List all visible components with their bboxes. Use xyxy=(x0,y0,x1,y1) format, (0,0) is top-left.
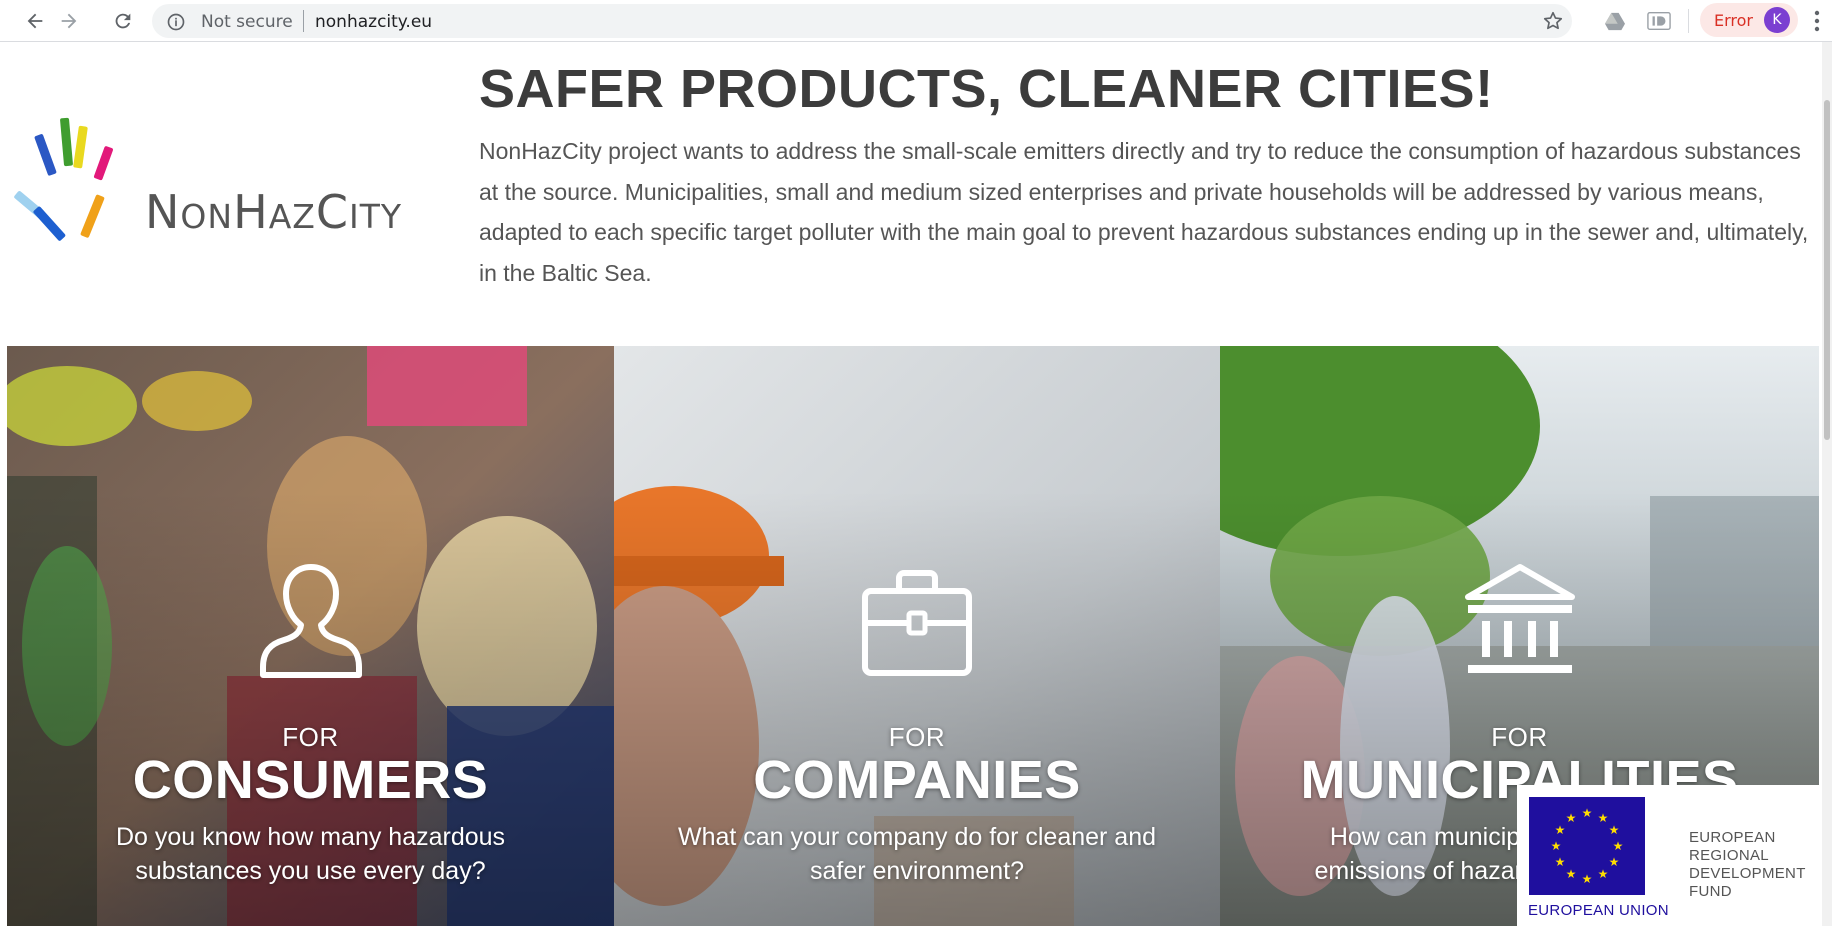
consumers-text: FOR CONSUMERS Do you know how many hazar… xyxy=(7,722,614,888)
forward-button[interactable] xyxy=(52,4,86,38)
svg-text:★: ★ xyxy=(1598,811,1609,825)
browser-menu-button[interactable] xyxy=(1806,8,1828,34)
svg-text:★: ★ xyxy=(1582,806,1593,820)
id-extension-icon[interactable] xyxy=(1646,8,1672,34)
url-text[interactable]: nonhazcity.eu xyxy=(315,12,432,32)
consumers-description: Do you know how many hazardous substance… xyxy=(115,823,506,885)
eu-funding-badge: ★ ★ ★ ★ ★ ★ ★ ★ ★ ★ ★ ★ EUROPEAN UNION E… xyxy=(1517,785,1832,926)
reload-button[interactable] xyxy=(106,4,140,38)
address-separator xyxy=(303,10,304,32)
eu-union-label: EUROPEAN UNION xyxy=(1528,902,1669,919)
companies-panel[interactable]: FOR COMPANIES What can your company do f… xyxy=(614,346,1220,926)
more-icon xyxy=(1814,10,1820,32)
municipalities-for-label: FOR xyxy=(1491,722,1548,752)
profile-error-button[interactable]: Error K xyxy=(1700,3,1798,37)
svg-text:★: ★ xyxy=(1582,872,1593,886)
companies-text: FOR COMPANIES What can your company do f… xyxy=(614,722,1220,888)
intro-paragraph: NonHazCity project wants to address the … xyxy=(479,138,1809,286)
back-icon xyxy=(27,13,43,29)
reload-icon xyxy=(115,13,131,29)
hand-logo-icon xyxy=(14,117,113,241)
profile-status-label: Error xyxy=(1714,11,1753,30)
forward-icon xyxy=(61,13,77,29)
svg-text:★: ★ xyxy=(1551,839,1562,853)
person-icon xyxy=(259,564,362,678)
svg-text:★: ★ xyxy=(1613,839,1624,853)
consumers-title: CONSUMERS xyxy=(132,750,489,810)
government-building-icon xyxy=(1464,564,1575,673)
site-logo[interactable]: NONHAZCITY xyxy=(0,104,440,248)
drive-extension-icon[interactable] xyxy=(1602,8,1628,34)
page-title: SAFER PRODUCTS, CLEANER CITIES! xyxy=(479,59,1494,119)
eu-fund-label: EUROPEAN REGIONAL DEVELOPMENT FUND xyxy=(1689,829,1806,900)
svg-text:★: ★ xyxy=(1609,855,1620,869)
consumers-panel[interactable]: FOR CONSUMERS Do you know how many hazar… xyxy=(7,346,614,926)
info-icon[interactable] xyxy=(166,12,186,37)
avatar: K xyxy=(1764,7,1790,33)
svg-text:★: ★ xyxy=(1555,855,1566,869)
svg-text:★: ★ xyxy=(1609,823,1620,837)
svg-text:★: ★ xyxy=(1566,867,1577,881)
briefcase-icon xyxy=(862,570,972,676)
scrollbar-thumb[interactable] xyxy=(1824,100,1830,440)
browser-toolbar: Not secure nonhazcity.eu Error K xyxy=(0,0,1832,42)
consumers-for-label: FOR xyxy=(282,722,339,752)
address-bar[interactable]: Not secure nonhazcity.eu xyxy=(152,4,1572,38)
logo-wordmark: NONHAZCITY xyxy=(145,185,403,239)
svg-text:★: ★ xyxy=(1598,867,1609,881)
companies-title: COMPANIES xyxy=(753,750,1081,810)
svg-text:★: ★ xyxy=(1555,823,1566,837)
back-button[interactable] xyxy=(18,4,52,38)
eu-flag-icon: ★ ★ ★ ★ ★ ★ ★ ★ ★ ★ ★ ★ xyxy=(1529,797,1645,895)
svg-text:★: ★ xyxy=(1566,811,1577,825)
bookmark-star-icon[interactable] xyxy=(1540,8,1566,34)
security-label: Not secure xyxy=(201,12,293,32)
toolbar-divider xyxy=(1688,9,1689,33)
companies-for-label: FOR xyxy=(888,722,946,752)
companies-description: What can your company do for cleaner and… xyxy=(677,823,1157,885)
